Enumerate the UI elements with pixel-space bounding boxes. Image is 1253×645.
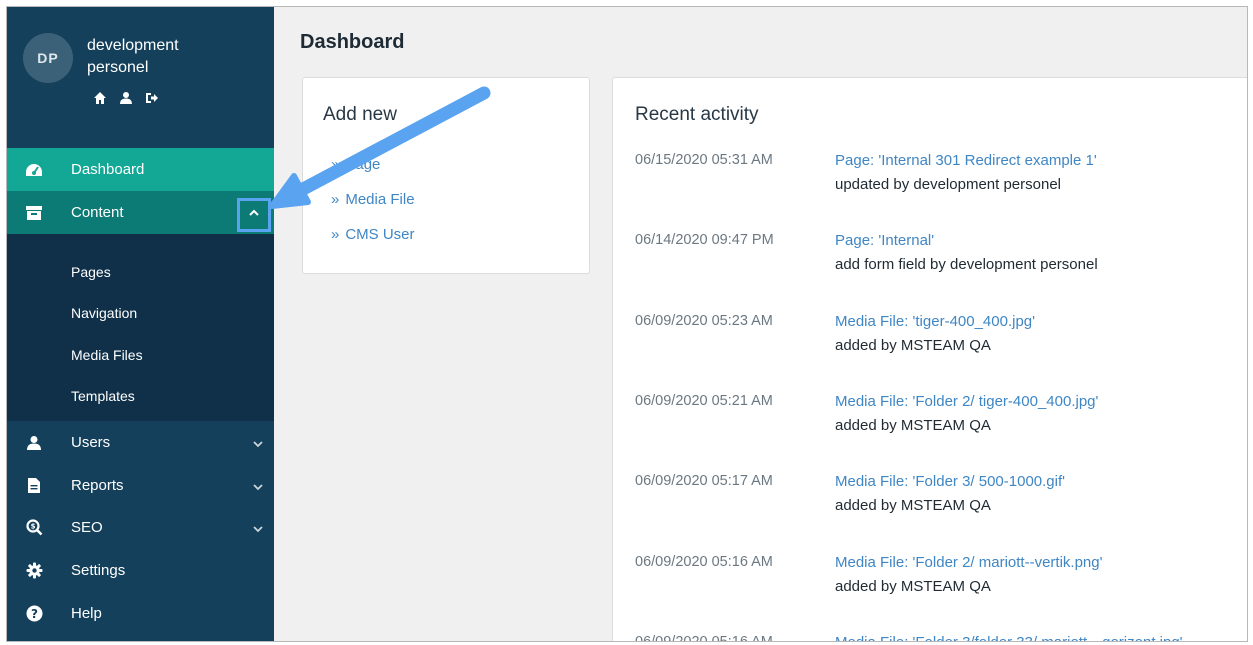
sidebar-item-content[interactable]: Content — [7, 191, 274, 234]
sidebar-item-seo[interactable]: $ SEO — [7, 506, 274, 549]
sidebar: DP development personel Dashboard Conten… — [7, 7, 274, 641]
dashboard-icon — [25, 161, 43, 179]
user-profile: DP development personel — [7, 7, 274, 147]
content-submenu: Pages Navigation Media Files Templates — [7, 234, 274, 421]
app-window: DP development personel Dashboard Conten… — [6, 6, 1248, 642]
activity-link[interactable]: Media File: 'Folder 2/ mariott--vertik.p… — [835, 554, 1102, 571]
activity-description: updated by development personel — [835, 176, 1061, 193]
archive-box-icon — [25, 204, 43, 222]
double-chevron-icon: » — [331, 156, 340, 173]
activity-description: add form field by development personel — [835, 256, 1098, 273]
activity-link[interactable]: Page: 'Internal 301 Redirect example 1' — [835, 152, 1097, 169]
user-icon[interactable] — [119, 91, 133, 105]
activity-date: 06/09/2020 05:16 AM — [635, 634, 773, 642]
sidebar-item-reports[interactable]: Reports — [7, 464, 274, 507]
activity-date: 06/09/2020 05:21 AM — [635, 393, 773, 409]
double-chevron-icon: » — [331, 191, 340, 208]
sidebar-item-users[interactable]: Users — [7, 421, 274, 464]
activity-date: 06/09/2020 05:23 AM — [635, 313, 773, 329]
sidebar-item-settings[interactable]: Settings — [7, 549, 274, 592]
activity-link[interactable]: Media File: 'Folder 3/ 500-1000.gif' — [835, 473, 1065, 490]
activity-link[interactable]: Page: 'Internal' — [835, 232, 934, 249]
content-collapse-button[interactable] — [237, 198, 271, 232]
page-title: Dashboard — [300, 31, 405, 53]
sidebar-item-label: Help — [71, 605, 102, 622]
sidebar-item-label: Settings — [71, 562, 126, 579]
recent-activity-title: Recent activity — [635, 104, 759, 125]
activity-description: added by MSTEAM QA — [835, 337, 991, 354]
add-page-link[interactable]: » Page — [331, 156, 380, 173]
svg-text:$: $ — [30, 523, 35, 531]
avatar: DP — [23, 33, 73, 83]
chevron-down-icon[interactable] — [252, 480, 264, 492]
gear-icon — [25, 562, 43, 580]
question-circle-icon: ? — [25, 605, 43, 623]
submenu-item-templates[interactable]: Templates — [71, 388, 135, 404]
seo-magnifier-icon: $ — [25, 519, 43, 537]
activity-link[interactable]: Media File: 'Folder 3/folder 33/ mariott… — [835, 634, 1183, 641]
activity-date: 06/09/2020 05:17 AM — [635, 473, 773, 489]
sidebar-item-help[interactable]: ? Help — [7, 592, 274, 635]
svg-text:?: ? — [31, 607, 38, 621]
activity-date: 06/09/2020 05:16 AM — [635, 554, 773, 570]
activity-description: added by MSTEAM QA — [835, 417, 991, 434]
sidebar-item-dashboard[interactable]: Dashboard — [7, 148, 274, 191]
submenu-item-media-files[interactable]: Media Files — [71, 347, 143, 363]
add-cms-user-link[interactable]: » CMS User — [331, 226, 415, 243]
sidebar-item-label: SEO — [71, 519, 103, 536]
submenu-item-navigation[interactable]: Navigation — [71, 305, 137, 321]
add-new-panel: Add new » Page » Media File » CMS User — [302, 77, 590, 274]
add-new-title: Add new — [323, 104, 397, 125]
activity-description: added by MSTEAM QA — [835, 578, 991, 595]
user-name: development personel — [87, 37, 179, 76]
file-icon — [25, 477, 43, 495]
sidebar-item-label: Users — [71, 434, 111, 451]
sidebar-item-label: Reports — [71, 477, 124, 494]
activity-link[interactable]: Media File: 'Folder 2/ tiger-400_400.jpg… — [835, 393, 1098, 410]
home-icon[interactable] — [93, 91, 107, 105]
chevron-down-icon[interactable] — [252, 437, 264, 449]
sidebar-item-label: Content — [71, 204, 124, 221]
user-icon — [25, 434, 43, 452]
activity-date: 06/15/2020 05:31 AM — [635, 152, 773, 168]
sidebar-item-label: Dashboard — [71, 161, 145, 178]
recent-activity-panel: Recent activity 06/15/2020 05:31 AM Page… — [612, 77, 1247, 642]
submenu-item-pages[interactable]: Pages — [71, 264, 111, 280]
activity-date: 06/14/2020 09:47 PM — [635, 232, 774, 248]
double-chevron-icon: » — [331, 226, 340, 243]
activity-description: added by MSTEAM QA — [835, 497, 991, 514]
profile-actions — [93, 91, 159, 105]
activity-link[interactable]: Media File: 'tiger-400_400.jpg' — [835, 313, 1035, 330]
chevron-up-icon — [248, 206, 260, 224]
add-media-file-link[interactable]: » Media File — [331, 191, 415, 208]
chevron-down-icon[interactable] — [252, 522, 264, 534]
logout-icon[interactable] — [145, 91, 159, 105]
